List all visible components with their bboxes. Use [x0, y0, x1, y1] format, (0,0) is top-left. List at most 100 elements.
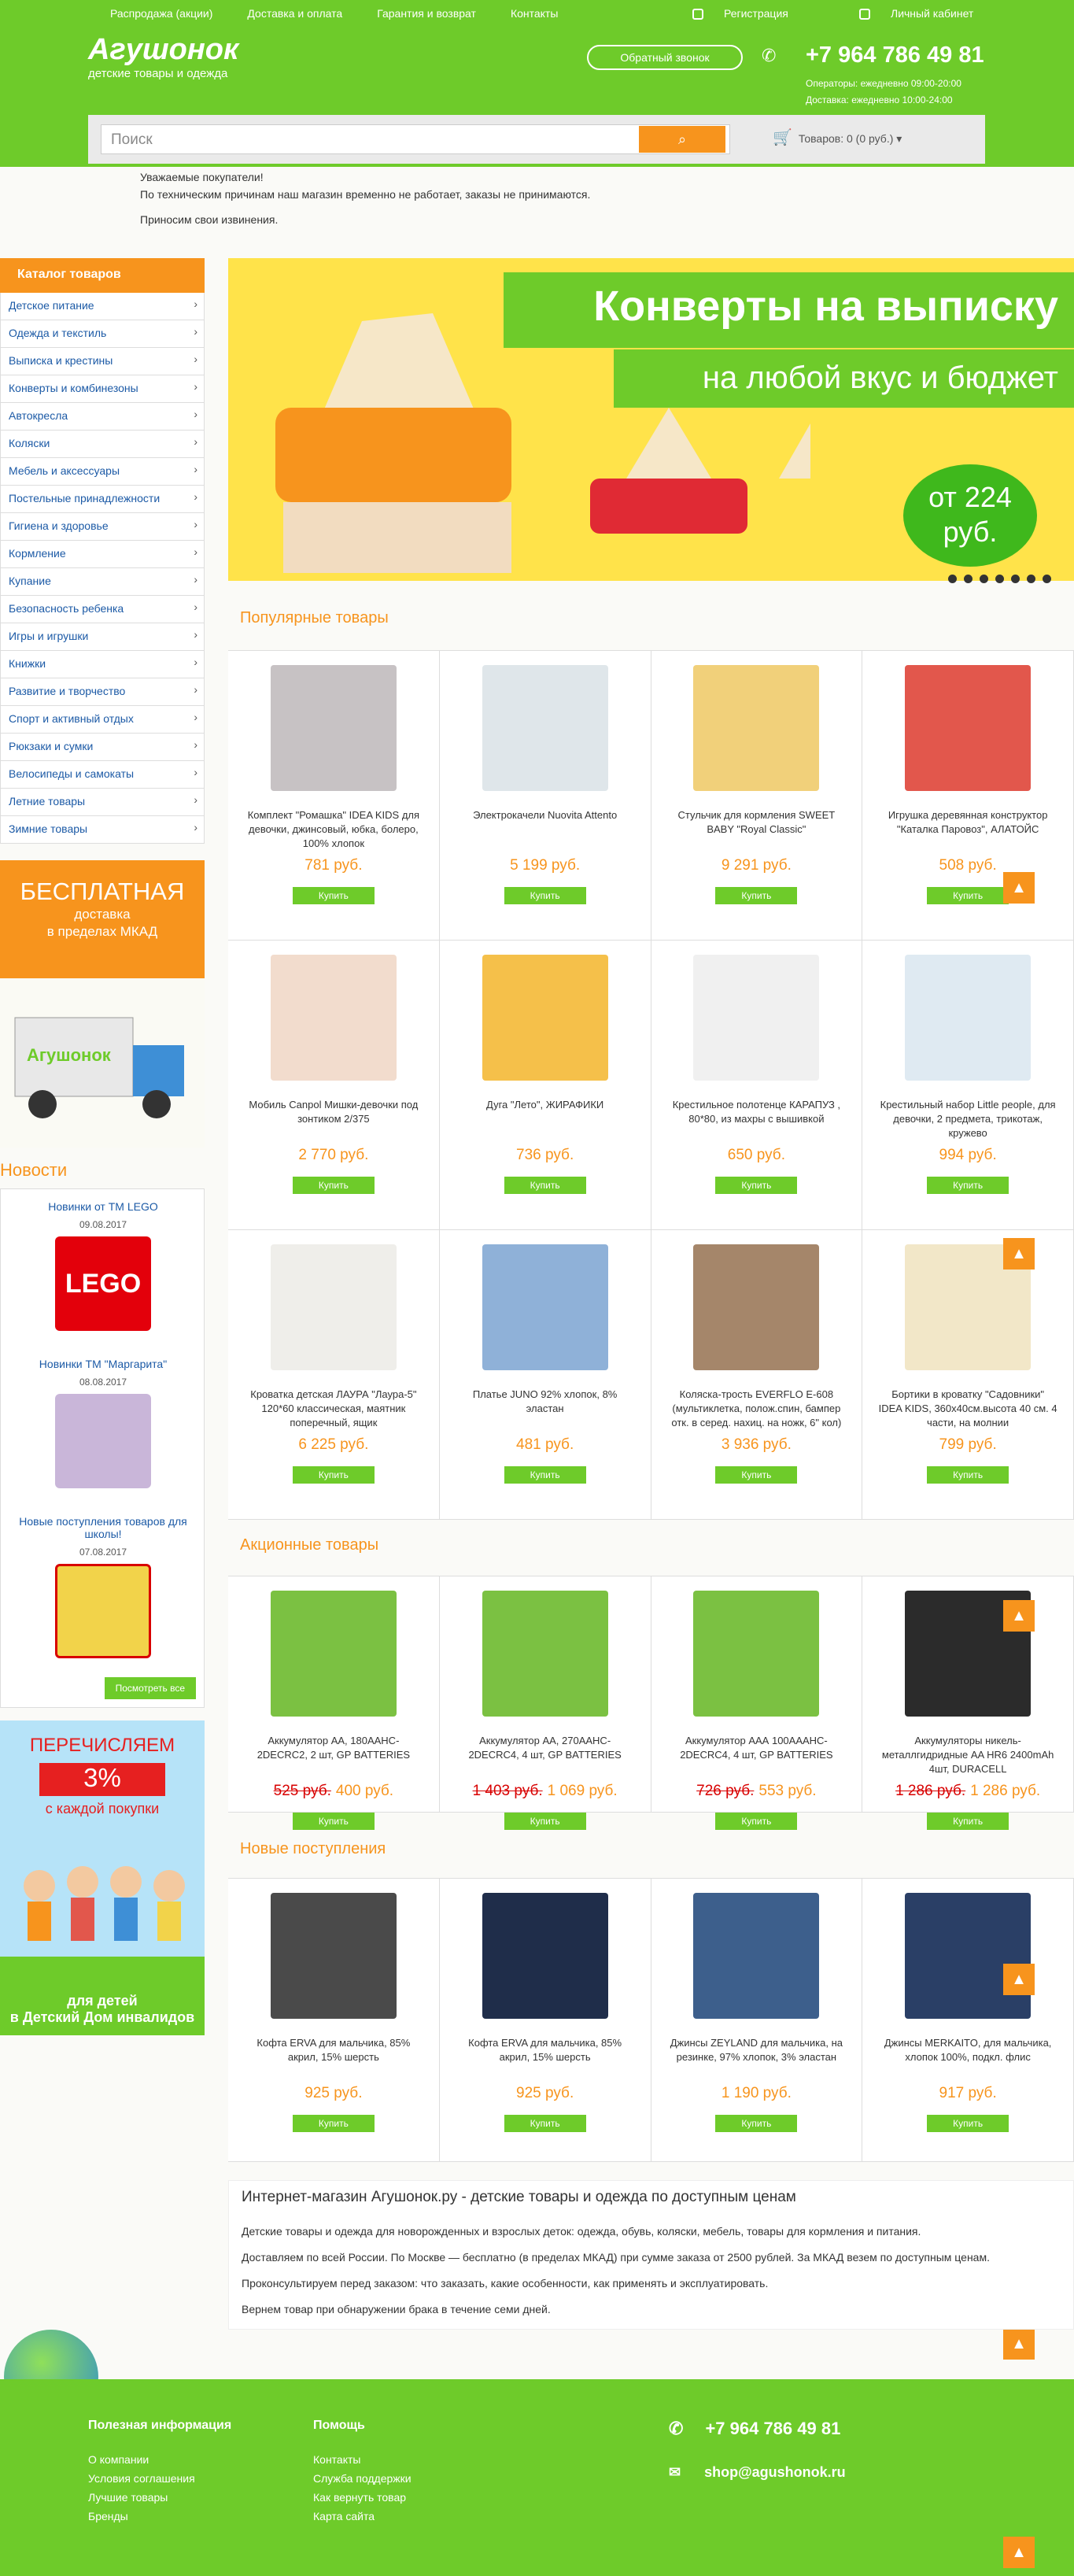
- news-item[interactable]: Новые поступления товаров для школы! 07.…: [1, 1515, 205, 1658]
- scroll-up-button[interactable]: ▲: [1003, 2537, 1035, 2568]
- buy-button[interactable]: Купить: [927, 1813, 1009, 1830]
- catalog-item[interactable]: Купание: [0, 568, 205, 596]
- product-card[interactable]: Аккумулятор ААА 100AAAHC-2DECRC4, 4 шт, …: [651, 1576, 863, 1830]
- product-name[interactable]: Джинсы MERKAITO, для мальчика, хлопок 10…: [878, 2036, 1057, 2064]
- slider-dot[interactable]: [995, 575, 1004, 583]
- footer-link[interactable]: Бренды: [88, 2507, 231, 2526]
- catalog-item[interactable]: Автокресла: [0, 403, 205, 431]
- nav-contacts[interactable]: Контакты: [511, 7, 558, 20]
- product-name[interactable]: Аккумулятор ААА 100AAAHC-2DECRC4, 4 шт, …: [667, 1734, 847, 1762]
- catalog-item[interactable]: Зимние товары: [0, 816, 205, 844]
- news-item-image[interactable]: [55, 1394, 151, 1488]
- footer-link[interactable]: О компании: [88, 2450, 231, 2469]
- product-image[interactable]: [693, 1244, 820, 1370]
- product-card[interactable]: Мобиль Canpol Мишки-девочки под зонтиком…: [228, 941, 440, 1230]
- hero-banner[interactable]: Конверты на выписку на любой вкус и бюдж…: [228, 258, 1074, 581]
- product-image[interactable]: [693, 1591, 820, 1717]
- product-card[interactable]: Кофта ERVA для мальчика, 85% акрил, 15% …: [439, 1879, 651, 2162]
- product-image[interactable]: [693, 1893, 820, 2019]
- product-image[interactable]: [482, 665, 608, 791]
- product-card[interactable]: Комплект "Ромашка" IDEA KIDS для девочки…: [228, 651, 440, 941]
- product-card[interactable]: Кроватка детская ЛАУРА "Лаура-5" 120*60 …: [228, 1230, 440, 1520]
- search-button[interactable]: ⌕: [639, 126, 725, 153]
- scroll-up-button[interactable]: ▲: [1003, 872, 1035, 904]
- footer-link[interactable]: Карта сайта: [313, 2507, 412, 2526]
- charity-banner[interactable]: ПЕРЕЧИСЛЯЕМ 3% с каждой покупки для дете…: [0, 1720, 205, 2035]
- buy-button[interactable]: Купить: [292, 1813, 375, 1830]
- catalog-item[interactable]: Кормление: [0, 541, 205, 568]
- buy-button[interactable]: Купить: [927, 1177, 1009, 1194]
- header-phone[interactable]: +7 964 786 49 81: [806, 43, 984, 68]
- catalog-item[interactable]: Выписка и крестины: [0, 348, 205, 375]
- catalog-item[interactable]: Мебель и аксессуары: [0, 458, 205, 486]
- scroll-up-button[interactable]: ▲: [1003, 1600, 1035, 1632]
- product-card[interactable]: Крестильное полотенце КАРАПУЗ , 80*80, и…: [651, 941, 863, 1230]
- product-image[interactable]: [482, 1893, 608, 2019]
- product-name[interactable]: Крестильный набор Little people, для дев…: [878, 1098, 1057, 1140]
- product-name[interactable]: Комплект "Ромашка" IDEA KIDS для девочки…: [244, 808, 423, 851]
- footer-phone[interactable]: ✆ +7 964 786 49 81: [669, 2419, 840, 2439]
- product-card[interactable]: Коляска-трость EVERFLO E-608 (мультиклет…: [651, 1230, 863, 1520]
- product-card[interactable]: Стульчик для кормления SWEET BABY "Royal…: [651, 651, 863, 941]
- product-name[interactable]: Аккумулятор AA, 270AAHC-2DECRC4, 4 шт, G…: [456, 1734, 635, 1762]
- product-name[interactable]: Мобиль Canpol Мишки-девочки под зонтиком…: [244, 1098, 423, 1126]
- scroll-up-button[interactable]: ▲: [1003, 1238, 1035, 1270]
- product-name[interactable]: Кофта ERVA для мальчика, 85% акрил, 15% …: [244, 2036, 423, 2064]
- slider-dot[interactable]: [1011, 575, 1020, 583]
- product-image[interactable]: [270, 1244, 397, 1370]
- buy-button[interactable]: Купить: [504, 1177, 586, 1194]
- product-card[interactable]: Платье JUNO 92% хлопок, 8% эластан 481 ру…: [439, 1230, 651, 1520]
- footer-email[interactable]: ✉ shop@agushonok.ru: [669, 2464, 846, 2481]
- product-name[interactable]: Аккумулятор AA, 180AAHC-2DECRC2, 2 шт, G…: [244, 1734, 423, 1762]
- product-name[interactable]: Игрушка деревянная конструктор "Каталка …: [878, 808, 1057, 837]
- buy-button[interactable]: Купить: [292, 2115, 375, 2132]
- catalog-item[interactable]: Летние товары: [0, 789, 205, 816]
- product-image[interactable]: [693, 955, 820, 1081]
- buy-button[interactable]: Купить: [715, 1813, 798, 1830]
- catalog-item[interactable]: Спорт и активный отдых: [0, 706, 205, 734]
- register-link[interactable]: Регистрация: [692, 7, 788, 20]
- footer-link[interactable]: Условия соглашения: [88, 2469, 231, 2488]
- product-image[interactable]: [905, 1893, 1032, 2019]
- product-card[interactable]: Джинсы ZEYLAND для мальчика, на резинке,…: [651, 1879, 863, 2162]
- product-name[interactable]: Платье JUNO 92% хлопок, 8% эластан: [456, 1388, 635, 1416]
- product-card[interactable]: Игрушка деревянная конструктор "Каталка …: [862, 651, 1074, 941]
- product-card[interactable]: Аккумулятор AA, 180AAHC-2DECRC2, 2 шт, G…: [228, 1576, 440, 1830]
- catalog-item[interactable]: Гигиена и здоровье: [0, 513, 205, 541]
- buy-button[interactable]: Купить: [504, 1813, 586, 1830]
- product-name[interactable]: Стульчик для кормления SWEET BABY "Royal…: [667, 808, 847, 837]
- product-image[interactable]: [270, 665, 397, 791]
- product-image[interactable]: [905, 955, 1032, 1081]
- footer-link[interactable]: Контакты: [313, 2450, 412, 2469]
- cabinet-link[interactable]: Личный кабинет: [859, 7, 973, 20]
- footer-link[interactable]: Лучшие товары: [88, 2488, 231, 2507]
- nav-sale[interactable]: Распродажа (акции): [110, 7, 212, 20]
- product-image[interactable]: [482, 1591, 608, 1717]
- product-card[interactable]: Крестильный набор Little people, для дев…: [862, 941, 1074, 1230]
- news-item-image[interactable]: LEGO: [55, 1236, 151, 1331]
- catalog-item[interactable]: Игры и игрушки: [0, 623, 205, 651]
- buy-button[interactable]: Купить: [927, 887, 1009, 904]
- product-image[interactable]: [270, 1591, 397, 1717]
- catalog-item[interactable]: Книжки: [0, 651, 205, 678]
- product-image[interactable]: [482, 1244, 608, 1370]
- product-card[interactable]: Джинсы MERKAITO, для мальчика, хлопок 10…: [862, 1879, 1074, 2162]
- buy-button[interactable]: Купить: [715, 887, 798, 904]
- scroll-up-button[interactable]: ▲: [1003, 2328, 1035, 2360]
- news-item[interactable]: Новинки от TM LEGO 09.08.2017 LEGO: [1, 1200, 205, 1331]
- news-item-title[interactable]: Новинки от TM LEGO: [1, 1200, 205, 1213]
- product-card[interactable]: Аккумулятор AA, 270AAHC-2DECRC4, 4 шт, G…: [439, 1576, 651, 1830]
- buy-button[interactable]: Купить: [292, 1466, 375, 1484]
- product-card[interactable]: Бортики в кроватку "Садовники" IDEA KIDS…: [862, 1230, 1074, 1520]
- buy-button[interactable]: Купить: [927, 1466, 1009, 1484]
- product-name[interactable]: Джинсы ZEYLAND для мальчика, на резинке,…: [667, 2036, 847, 2064]
- buy-button[interactable]: Купить: [715, 2115, 798, 2132]
- catalog-item[interactable]: Развитие и творчество: [0, 678, 205, 706]
- slider-dot[interactable]: [1043, 575, 1051, 583]
- footer-link[interactable]: Как вернуть товар: [313, 2488, 412, 2507]
- catalog-item[interactable]: Конверты и комбинезоны: [0, 375, 205, 403]
- catalog-item[interactable]: Велосипеды и самокаты: [0, 761, 205, 789]
- footer-link[interactable]: Служба поддержки: [313, 2469, 412, 2488]
- product-name[interactable]: Дуга "Лето", ЖИРАФИКИ: [456, 1098, 635, 1112]
- catalog-item[interactable]: Рюкзаки и сумки: [0, 734, 205, 761]
